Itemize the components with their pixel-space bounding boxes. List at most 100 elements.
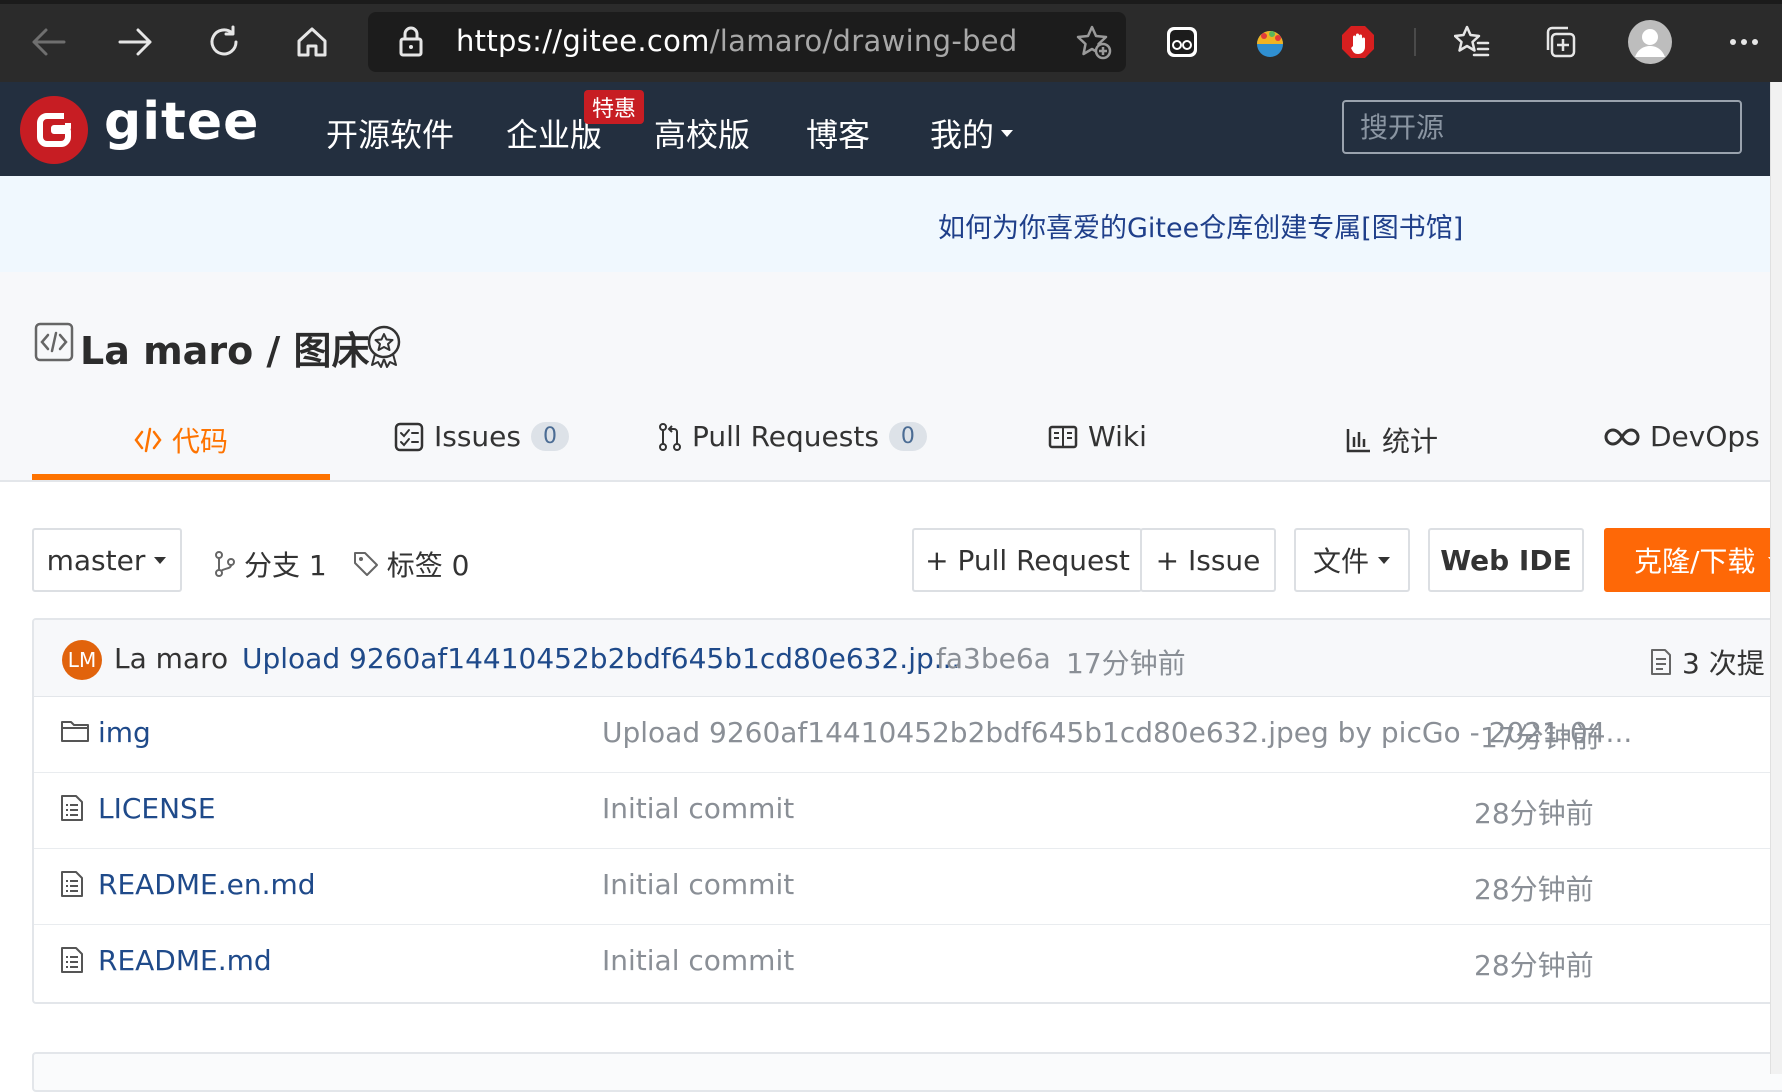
recommend-badge-icon[interactable] (364, 324, 404, 368)
site-logo-text[interactable]: gitee (104, 92, 259, 152)
tab-issues[interactable]: Issues 0 (394, 420, 569, 453)
caret-down-icon (1377, 555, 1391, 565)
file-list: LM La maro Upload 9260af14410452b2bdf645… (32, 618, 1782, 1004)
project-title[interactable]: La maro / 图床 (80, 320, 370, 375)
file-row[interactable]: img Upload 9260af14410452b2bdf645b1cd80e… (34, 696, 1782, 773)
profile-avatar-icon[interactable] (1628, 20, 1672, 64)
file-commit-message[interactable]: Initial commit (602, 868, 794, 901)
back-icon[interactable] (26, 20, 70, 64)
commit-author[interactable]: La maro (114, 642, 228, 675)
nav-blog[interactable]: 博客 (806, 110, 870, 156)
tab-code-label: 代码 (172, 425, 229, 458)
notice-banner: 如何为你喜爱的Gitee仓库创建专属[图书馆] (0, 176, 1770, 273)
file-commit-message[interactable]: Initial commit (602, 944, 794, 977)
branch-select[interactable]: master (32, 528, 182, 592)
file-row[interactable]: README.md Initial commit 28分钟前 (34, 924, 1782, 1000)
file-name-link[interactable]: img (98, 716, 151, 749)
file-icon (60, 794, 84, 822)
more-menu-icon[interactable] (1722, 20, 1766, 64)
forward-icon[interactable] (114, 20, 158, 64)
commit-history-icon (1650, 648, 1672, 676)
tab-issues-label: Issues (434, 420, 521, 453)
issues-icon (394, 422, 424, 452)
tab-pull-requests-label: Pull Requests (692, 420, 879, 453)
tags-link[interactable]: 标签 0 (387, 544, 470, 584)
promo-badge: 特惠 (584, 90, 645, 124)
bar-chart-icon (1346, 427, 1372, 453)
refresh-icon[interactable] (202, 20, 246, 64)
tab-wiki-label: Wiki (1088, 420, 1147, 453)
file-commit-time: 17分钟前 (1480, 721, 1600, 754)
notice-link[interactable]: 如何为你喜爱的Gitee仓库创建专属[图书馆] (938, 206, 1463, 245)
gitee-logo-icon[interactable] (20, 96, 88, 164)
search-box[interactable] (1342, 100, 1742, 154)
web-ide-button[interactable]: Web IDE (1428, 528, 1584, 592)
nav-open-source[interactable]: 开源软件 (326, 110, 454, 156)
file-row[interactable]: LICENSE Initial commit 28分钟前 (34, 772, 1782, 849)
active-tab-indicator (32, 474, 330, 480)
lock-icon[interactable] (398, 26, 424, 58)
nav-mine-label: 我的 (930, 116, 995, 154)
nav-mine[interactable]: 我的 (930, 110, 1014, 156)
tab-devops-label: DevOps (1650, 420, 1760, 453)
file-menu-button[interactable]: 文件 (1294, 528, 1410, 592)
new-pull-request-button[interactable]: + Pull Request (912, 528, 1142, 592)
folder-icon (60, 718, 90, 744)
search-input[interactable] (1344, 102, 1740, 152)
commit-count-label: 3 次提 (1682, 647, 1765, 680)
file-commit-time: 28分钟前 (1474, 949, 1594, 982)
caret-down-icon (153, 555, 167, 565)
file-name-link[interactable]: LICENSE (98, 792, 216, 825)
reader-extension-icon[interactable] (1160, 20, 1204, 64)
file-menu-label: 文件 (1312, 545, 1369, 578)
file-name-link[interactable]: README.md (98, 944, 272, 977)
site-header: gitee 开源软件 企业版 特惠 高校版 博客 我的 (0, 82, 1770, 176)
url-text[interactable]: https://gitee.com/lamaro/drawing-bed (456, 24, 1018, 58)
code-icon (134, 427, 162, 453)
home-icon[interactable] (290, 20, 334, 64)
tab-statistics[interactable]: 统计 (1346, 420, 1438, 460)
file-commit-message[interactable]: Initial commit (602, 792, 794, 825)
clone-download-label: 克隆/下载 (1634, 545, 1756, 578)
commit-count[interactable]: 3 次提 (1650, 642, 1765, 682)
pull-request-icon (658, 422, 682, 452)
browser-tab-strip (0, 0, 1782, 4)
tab-code[interactable]: 代码 (134, 420, 228, 460)
browser-toolbar: https://gitee.com/lamaro/drawing-bed (0, 0, 1782, 82)
tab-devops[interactable]: DevOps (1604, 420, 1760, 453)
commit-message[interactable]: Upload 9260af14410452b2bdf645b1cd80e632.… (242, 642, 960, 675)
new-issue-button[interactable]: + Issue (1140, 528, 1276, 592)
pull-requests-count-badge: 0 (888, 422, 927, 451)
file-commit-time: 28分钟前 (1474, 797, 1594, 830)
infinity-icon (1604, 427, 1640, 447)
file-name-link[interactable]: README.en.md (98, 868, 316, 901)
project-header: La maro / 图床 代码 Issues 0 Pull Requests 0… (0, 272, 1770, 482)
clone-download-button[interactable]: 克隆/下载 (1604, 528, 1782, 592)
file-commit-time: 28分钟前 (1474, 873, 1594, 906)
avatar[interactable]: LM (62, 640, 102, 680)
toolbar-divider (1414, 28, 1416, 56)
issues-count-badge: 0 (531, 422, 569, 451)
tab-wiki[interactable]: Wiki (1048, 420, 1147, 453)
file-icon (60, 870, 84, 898)
file-icon (60, 946, 84, 974)
tab-pull-requests[interactable]: Pull Requests 0 (658, 420, 927, 453)
file-commit-message[interactable]: Upload 9260af14410452b2bdf645b1cd80e632.… (602, 716, 1632, 749)
page-scrollbar[interactable] (1770, 82, 1782, 1074)
branch-select-value: master (46, 543, 146, 577)
latest-commit-bar: LM La maro Upload 9260af14410452b2bdf645… (34, 620, 1782, 697)
branch-icon (214, 550, 236, 578)
collections-icon[interactable] (1538, 20, 1582, 64)
nav-education[interactable]: 高校版 (654, 110, 750, 156)
color-extension-icon[interactable] (1248, 20, 1292, 64)
code-repo-icon (34, 322, 74, 362)
commit-hash[interactable]: fa3be6a (936, 642, 1051, 675)
adblock-hand-icon[interactable] (1336, 20, 1380, 64)
branches-link[interactable]: 分支 1 (244, 544, 327, 584)
caret-down-icon (1000, 128, 1014, 138)
favorites-icon[interactable] (1450, 20, 1494, 64)
file-row[interactable]: README.en.md Initial commit 28分钟前 (34, 848, 1782, 925)
address-bar[interactable]: https://gitee.com/lamaro/drawing-bed (368, 12, 1126, 72)
add-favorite-icon[interactable] (1076, 24, 1112, 60)
wiki-book-icon (1048, 425, 1078, 449)
